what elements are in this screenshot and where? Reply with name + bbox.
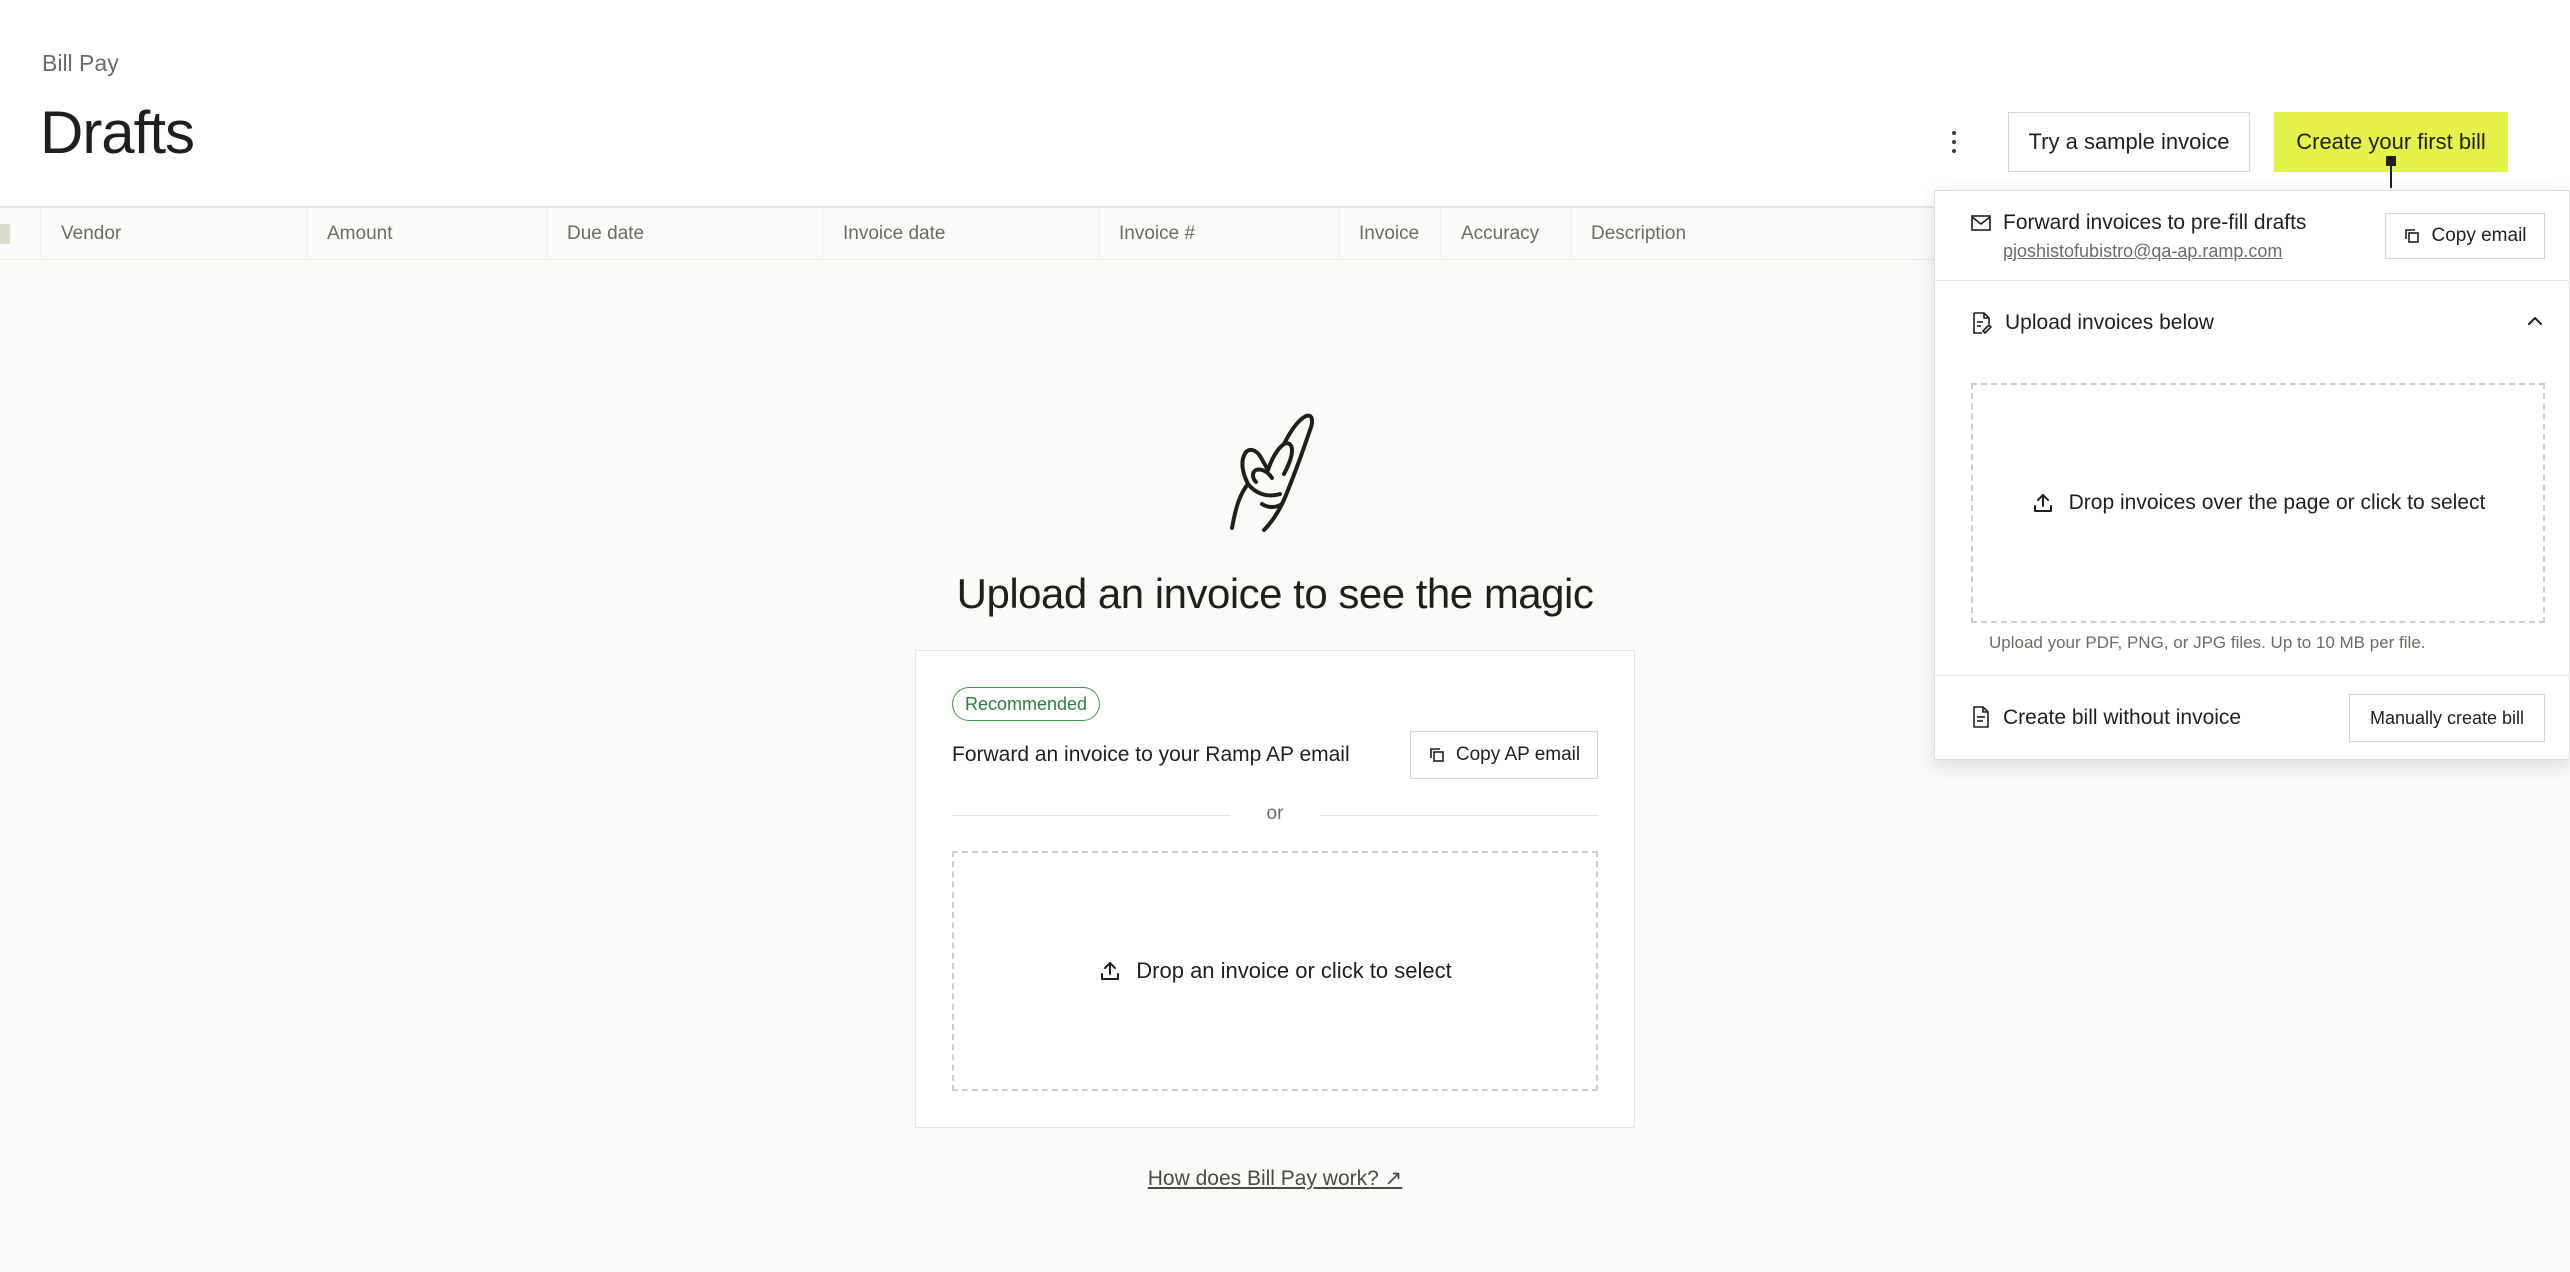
- column-due-date[interactable]: Due date: [546, 208, 822, 260]
- copy-icon: [1428, 746, 1446, 764]
- column-invoice-number[interactable]: Invoice #: [1098, 208, 1338, 260]
- panel-dropzone-label: Drop invoices over the page or click to …: [2068, 491, 2486, 514]
- forward-invoices-title: Forward invoices to pre-fill drafts: [2003, 211, 2307, 234]
- copy-icon: [2403, 227, 2421, 245]
- how-bill-pay-works-link-row: How does Bill Pay work? ↗: [0, 1166, 2550, 1191]
- column-accuracy[interactable]: Accuracy: [1440, 208, 1570, 260]
- ap-email-address[interactable]: pjoshistofubistro@qa-ap.ramp.com: [2003, 241, 2282, 262]
- copy-ap-email-button[interactable]: Copy AP email: [1410, 731, 1598, 779]
- how-bill-pay-works-link[interactable]: How does Bill Pay work? ↗: [1148, 1167, 1403, 1190]
- column-invoice[interactable]: Invoice: [1338, 208, 1440, 260]
- upload-file-hint: Upload your PDF, PNG, or JPG files. Up t…: [1989, 633, 2426, 652]
- upload-invoices-title: Upload invoices below: [2005, 311, 2214, 334]
- upload-invoices-toggle[interactable]: Upload invoices below: [1935, 281, 2570, 367]
- document-edit-icon: [1971, 311, 1993, 335]
- copy-ap-email-label: Copy AP email: [1455, 744, 1581, 765]
- panel-invoice-dropzone[interactable]: Drop invoices over the page or click to …: [1971, 383, 2545, 623]
- try-sample-invoice-button[interactable]: Try a sample invoice: [2008, 112, 2250, 172]
- column-description[interactable]: Description: [1570, 208, 1930, 260]
- forward-invoice-text: Forward an invoice to your Ramp AP email: [952, 743, 1350, 766]
- page-title: Drafts: [40, 99, 195, 166]
- column-invoice-date[interactable]: Invoice date: [822, 208, 1098, 260]
- create-bill-dropdown-panel: Forward invoices to pre-fill drafts pjos…: [1934, 190, 2570, 760]
- document-icon: [1971, 706, 1991, 728]
- create-without-invoice-title: Create bill without invoice: [2003, 706, 2242, 729]
- upload-icon: [1098, 959, 1122, 983]
- select-column-stub[interactable]: [0, 224, 10, 244]
- hand-snap-icon: [1222, 408, 1322, 538]
- column-amount[interactable]: Amount: [306, 208, 546, 260]
- create-without-invoice-section: Create bill without invoice Manually cre…: [1935, 675, 2570, 761]
- upload-card: Recommended Forward an invoice to your R…: [915, 650, 1635, 1128]
- dropzone-label: Drop an invoice or click to select: [1136, 958, 1452, 983]
- forward-invoices-section: Forward invoices to pre-fill drafts pjos…: [1935, 191, 2570, 281]
- copy-email-label: Copy email: [2431, 225, 2527, 246]
- or-divider-text: or: [1266, 803, 1284, 824]
- vertical-ellipsis-icon[interactable]: [1936, 120, 1972, 164]
- column-vendor[interactable]: Vendor: [40, 208, 306, 260]
- upload-icon: [2031, 491, 2055, 515]
- page-header: Bill Pay Drafts Try a sample invoice Cre…: [0, 0, 2570, 208]
- text-cursor-stem: [2390, 164, 2392, 188]
- mail-icon: [1971, 215, 1991, 231]
- divider-right: [1320, 815, 1598, 816]
- chevron-up-icon[interactable]: [2525, 311, 2545, 331]
- invoice-dropzone[interactable]: Drop an invoice or click to select: [952, 851, 1598, 1091]
- manually-create-bill-button[interactable]: Manually create bill: [2349, 694, 2545, 742]
- copy-email-button[interactable]: Copy email: [2385, 213, 2545, 259]
- recommended-badge: Recommended: [952, 687, 1101, 721]
- breadcrumb[interactable]: Bill Pay: [42, 50, 119, 77]
